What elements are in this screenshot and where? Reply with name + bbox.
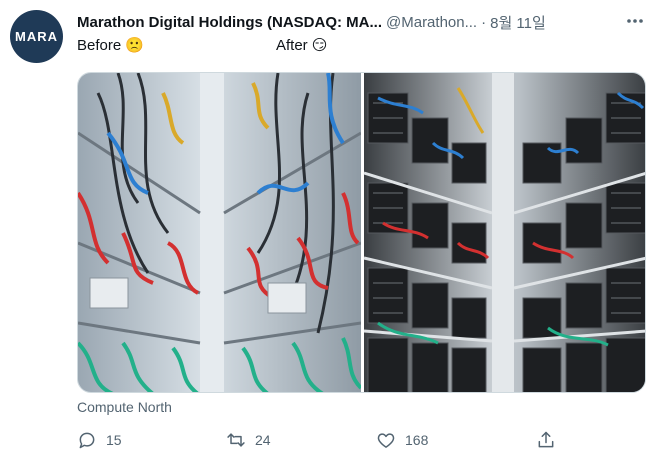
- share-icon: [538, 431, 554, 448]
- share-button[interactable]: [536, 428, 556, 452]
- tweet-header: Marathon Digital Holdings (NASDAQ: MA...…: [77, 11, 617, 33]
- smirking-emoji: 😏: [311, 37, 328, 54]
- slightly-frowning-emoji: 🙁: [125, 37, 144, 54]
- reply-button[interactable]: 15: [77, 428, 122, 452]
- header-separator: ·: [481, 13, 487, 31]
- tweet-actions: 15 24 168: [77, 428, 557, 452]
- reply-icon: [79, 432, 95, 449]
- before-label: Before: [77, 36, 122, 54]
- retweet-icon: [227, 433, 245, 447]
- tweet-date[interactable]: 8월 11일: [490, 12, 546, 33]
- before-photo: [78, 73, 363, 392]
- author-handle[interactable]: @Marathon...: [386, 14, 477, 31]
- after-photo: [363, 73, 645, 392]
- more-options-button[interactable]: [624, 10, 646, 32]
- retweet-button[interactable]: 24: [226, 428, 271, 452]
- retweet-count: 24: [255, 432, 271, 448]
- like-button[interactable]: 168: [376, 428, 428, 452]
- heart-icon: [377, 433, 395, 448]
- after-caption: After 😏: [276, 36, 328, 55]
- author-name[interactable]: Marathon Digital Holdings (NASDAQ: MA...: [77, 14, 382, 31]
- tweet-media[interactable]: [77, 72, 646, 393]
- media-photos: [78, 73, 645, 392]
- like-count: 168: [405, 432, 429, 448]
- author-avatar[interactable]: MARA: [10, 10, 63, 63]
- more-horizontal-icon: [627, 19, 643, 23]
- before-caption: Before 🙁: [77, 36, 144, 55]
- after-label: After: [276, 36, 308, 54]
- reply-count: 15: [106, 432, 122, 448]
- tweet-text: Before 🙁 After 😏: [77, 36, 637, 58]
- avatar-logo-text: MARA: [15, 29, 58, 44]
- media-credit[interactable]: Compute North: [77, 399, 172, 415]
